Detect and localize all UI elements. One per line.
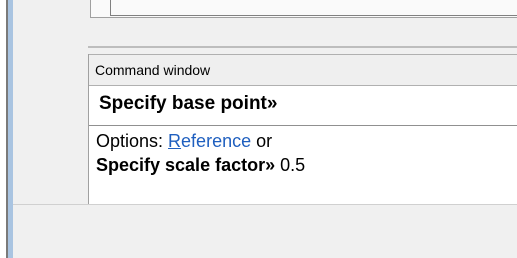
command-prompt-input[interactable]: Specify base point»: [89, 86, 517, 126]
upper-panel-inner-frame: [110, 0, 517, 16]
scale-factor-prompt: Specify scale factor»: [96, 155, 276, 175]
options-suffix: or: [251, 131, 273, 151]
option-reference-rest: eference: [181, 131, 252, 151]
status-area: [13, 204, 517, 258]
scale-factor-value: 0.5: [275, 155, 306, 175]
option-reference-hotkey: R: [168, 131, 182, 151]
command-history: Options: Reference or Specify scale fact…: [89, 127, 517, 197]
option-reference-link[interactable]: Reference: [168, 131, 251, 151]
scale-factor-line: Specify scale factor» 0.5: [96, 155, 305, 176]
splitter-bar[interactable]: [88, 46, 517, 48]
options-line: Options: Reference or: [96, 131, 272, 152]
window-left-border: [0, 0, 8, 258]
command-window: Command window Specify base point» Optio…: [88, 54, 517, 204]
command-window-title: Command window: [89, 54, 517, 86]
options-label: Options:: [96, 131, 169, 151]
